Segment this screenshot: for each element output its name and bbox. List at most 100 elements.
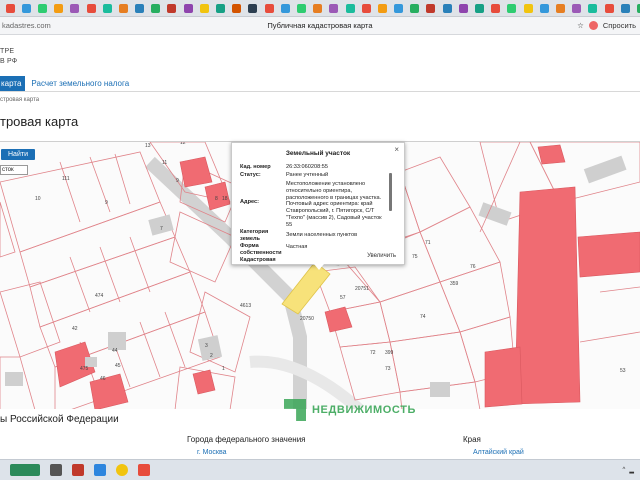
browser-tab-favicon-icon[interactable]: [54, 3, 64, 13]
parcel-block[interactable]: [192, 369, 216, 395]
browser-tab-favicon-icon[interactable]: [118, 3, 128, 13]
parcel-number-label: 3: [205, 343, 208, 349]
browser-tab-favicon-icon[interactable]: [539, 3, 549, 13]
browser-tab-favicon-icon[interactable]: [296, 3, 306, 13]
browser-tab-favicon-icon[interactable]: [135, 3, 145, 13]
browser-tab-favicon-icon[interactable]: [86, 3, 96, 13]
browser-tab-favicon-icon[interactable]: [442, 3, 452, 13]
browser-tab-favicon-icon[interactable]: [458, 3, 468, 13]
browser-tab-favicon-icon[interactable]: [555, 3, 565, 13]
site-logo[interactable]: ТРЕ В РФ: [0, 47, 17, 67]
browser-tab-favicon-icon[interactable]: [70, 3, 80, 13]
browser-tab-favicon-icon[interactable]: [216, 3, 226, 13]
parcel-number-label: 359: [450, 281, 459, 287]
large-parcel[interactable]: [514, 186, 581, 405]
parcel-block[interactable]: [179, 156, 213, 188]
watermark-icon: [284, 399, 306, 421]
parcel-number-label: 475: [80, 366, 89, 372]
browser-tab-favicon-icon[interactable]: [37, 3, 47, 13]
popup-row-address: Адрес: Местоположение установлено относи…: [240, 181, 388, 229]
parcel-number-label: 53: [620, 368, 626, 374]
browser-tab-favicon-icon[interactable]: [410, 3, 420, 13]
popup-label: Форма собственности: [240, 243, 282, 256]
browser-tab-favicon-icon[interactable]: [394, 3, 404, 13]
close-icon[interactable]: ×: [394, 145, 399, 154]
bookmark-icon[interactable]: ☆: [577, 21, 584, 30]
parcel-number-label: 57: [340, 295, 346, 301]
parcel-number-label: 75: [412, 254, 418, 260]
parcel-block[interactable]: [537, 144, 566, 165]
parcel-block[interactable]: [89, 373, 129, 409]
yandex-browser-icon[interactable]: [116, 464, 128, 476]
tab-land-tax[interactable]: Расчет земельного налога: [25, 76, 135, 91]
browser-tab-favicon-icon[interactable]: [102, 3, 112, 13]
browser-tab-favicon-icon[interactable]: [345, 3, 355, 13]
parcel-block[interactable]: [577, 231, 640, 278]
browser-tab-favicon-icon[interactable]: [248, 3, 258, 13]
tray-chevron-icon[interactable]: ^: [623, 467, 626, 473]
cad-number-value[interactable]: 26:33:060208:55: [286, 164, 390, 171]
parcel-number-label: 9: [105, 200, 108, 206]
parcel-number-label: 76: [470, 264, 476, 270]
parcel-number-label: 46: [100, 376, 106, 382]
browser-tab-favicon-icon[interactable]: [264, 3, 274, 13]
browser-tab-favicon-icon[interactable]: [572, 3, 582, 13]
parcel-block[interactable]: [324, 306, 353, 333]
category-value: Земли населенных пунктов: [286, 232, 358, 238]
browser-actions: ☆ Спросить: [577, 21, 636, 30]
link-altai-krai[interactable]: Алтайский край: [473, 449, 524, 456]
browser-tab-favicon-icon[interactable]: [361, 3, 371, 13]
browser-tab-favicon-icon[interactable]: [280, 3, 290, 13]
krai-heading: Края: [463, 435, 481, 444]
popup-label: Адрес:: [240, 199, 260, 205]
os-taskbar: ^ ▂: [0, 459, 640, 480]
browser-tab-favicon-icon[interactable]: [329, 3, 339, 13]
browser-tab-favicon-icon[interactable]: [199, 3, 209, 13]
yandex-icon[interactable]: [138, 464, 150, 476]
browser-tab-favicon-icon[interactable]: [604, 3, 614, 13]
app-icon[interactable]: [72, 464, 84, 476]
browser-tab-favicon-icon[interactable]: [167, 3, 177, 13]
parcel-number-label: 111: [62, 176, 70, 182]
browser-tab-favicon-icon[interactable]: [313, 3, 323, 13]
explorer-icon[interactable]: [50, 464, 62, 476]
browser-tab-favicon-icon[interactable]: [491, 3, 501, 13]
browser-tab-favicon-icon[interactable]: [21, 3, 31, 13]
profile-avatar-icon[interactable]: [588, 21, 598, 30]
system-tray: ^ ▂: [623, 467, 634, 474]
parcel-number-label: 44: [112, 348, 118, 354]
browser-tab-favicon-icon[interactable]: [620, 3, 630, 13]
zoom-link[interactable]: Увеличить: [367, 253, 396, 259]
browser-tab-favicon-icon[interactable]: [151, 3, 161, 13]
browser-tab-favicon-icon[interactable]: [523, 3, 533, 13]
popup-label: Категория земель: [240, 229, 269, 242]
popup-scrollbar[interactable]: [389, 173, 392, 211]
browser-tab-favicon-icon[interactable]: [475, 3, 485, 13]
parcel-block[interactable]: [484, 346, 523, 408]
tray-network-icon[interactable]: ▂: [629, 467, 634, 474]
browser-tab-favicon-icon[interactable]: [5, 3, 15, 13]
browser-tab-favicon-icon[interactable]: [183, 3, 193, 13]
popup-label: Статус:: [240, 172, 261, 178]
federal-cities-heading: Города федерального значения: [187, 435, 306, 444]
parcel-number-label: 20751: [355, 286, 369, 292]
breadcrumb[interactable]: стровая карта: [0, 97, 39, 103]
profile-label[interactable]: Спросить: [603, 21, 636, 30]
link-moscow[interactable]: г. Москва: [197, 449, 227, 456]
popup-label: Кадастровая: [240, 257, 276, 263]
start-widget-icon[interactable]: [10, 464, 40, 476]
browser-tab-favicon-icon[interactable]: [426, 3, 436, 13]
watermark-logo: НЕДВИЖИМОСТЬ: [284, 399, 416, 421]
address-bar[interactable]: kadastres.com Публичная кадастровая карт…: [0, 17, 640, 35]
find-button[interactable]: Найти: [1, 149, 35, 160]
search-type-select[interactable]: сток: [0, 165, 28, 175]
page-title-bar: Публичная кадастровая карта: [267, 21, 373, 30]
edge-icon[interactable]: [94, 464, 106, 476]
browser-tab-favicon-icon[interactable]: [588, 3, 598, 13]
status-value: Ранее учтенный: [286, 172, 329, 178]
browser-tab-favicon-icon[interactable]: [507, 3, 517, 13]
tab-map[interactable]: карта: [0, 75, 26, 91]
parcel-number-label: 20750: [300, 316, 314, 322]
browser-tab-favicon-icon[interactable]: [232, 3, 242, 13]
browser-tab-favicon-icon[interactable]: [377, 3, 387, 13]
